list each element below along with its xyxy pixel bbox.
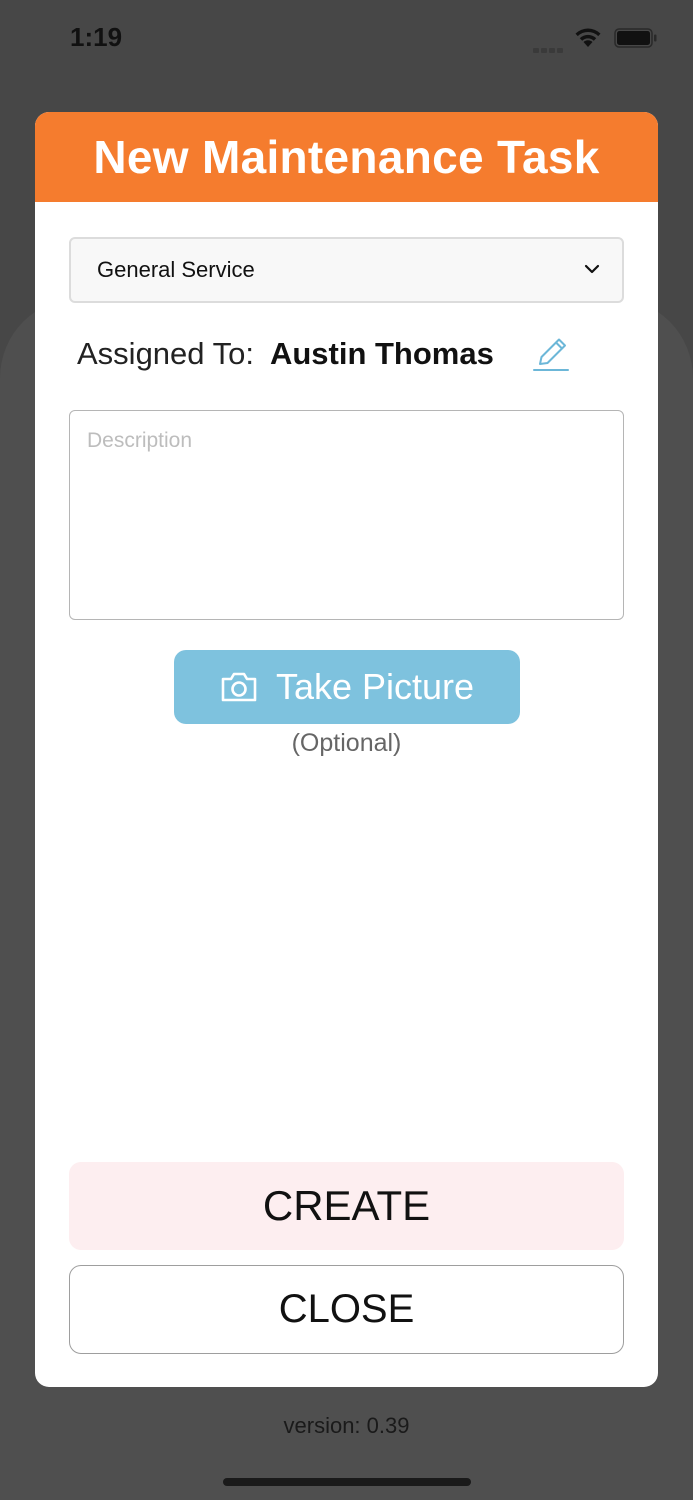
close-button[interactable]: CLOSE xyxy=(69,1265,624,1354)
home-indicator[interactable] xyxy=(223,1478,471,1486)
cellular-signal-icon xyxy=(533,40,565,58)
battery-icon xyxy=(614,28,658,53)
category-select[interactable]: General Service xyxy=(69,237,624,303)
modal-title: New Maintenance Task xyxy=(93,131,600,183)
create-button[interactable]: CREATE xyxy=(69,1162,624,1250)
new-task-modal: New Maintenance Task General Service Ass… xyxy=(35,112,658,1387)
camera-icon xyxy=(220,671,258,703)
take-picture-label: Take Picture xyxy=(275,666,475,707)
modal-header: New Maintenance Task xyxy=(35,112,658,202)
optional-note: (Optional) xyxy=(291,729,402,757)
category-select-value: General Service xyxy=(97,257,255,282)
wifi-icon xyxy=(574,26,602,53)
pencil-icon[interactable] xyxy=(532,334,572,379)
description-input[interactable] xyxy=(69,410,624,620)
assigned-name: Austin Thomas xyxy=(269,336,494,371)
assigned-label: Assigned To: xyxy=(77,336,254,371)
take-picture-button[interactable]: Take Picture xyxy=(174,650,520,724)
status-time: 1:19 xyxy=(70,22,123,52)
version-text: version: 0.39 xyxy=(283,1413,410,1438)
assigned-row: Assigned To: Austin Thomas xyxy=(77,334,494,374)
chevron-down-icon xyxy=(584,261,600,279)
